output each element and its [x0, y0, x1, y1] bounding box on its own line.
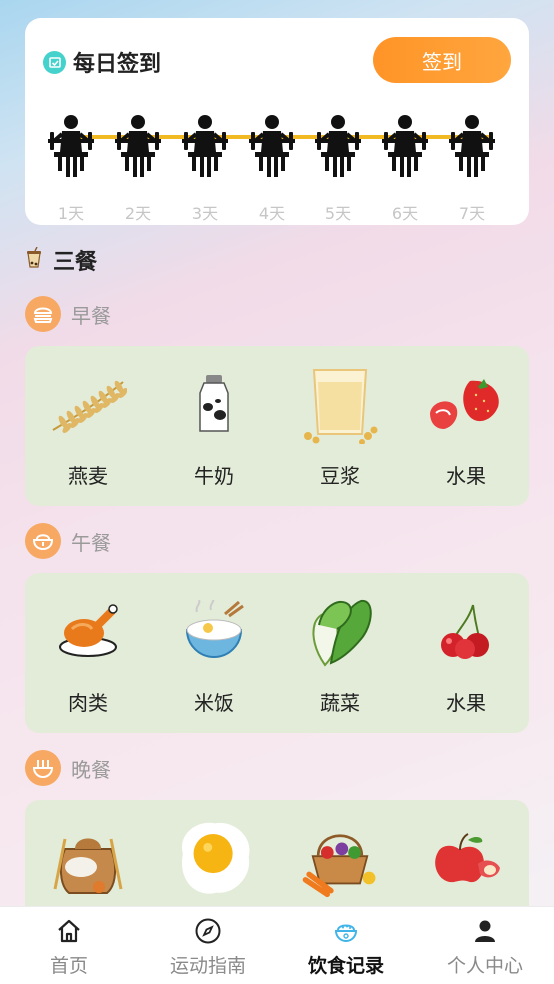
nav-profile[interactable]: 个人中心 — [416, 907, 554, 984]
grain-sack-icon — [48, 818, 128, 898]
fried-egg-icon — [174, 818, 254, 898]
nav-home[interactable]: 首页 — [0, 907, 138, 984]
meal-header: 晚餐 — [25, 750, 111, 786]
food-name: 豆浆 — [320, 464, 360, 488]
food-name: 燕麦 — [68, 464, 108, 488]
milk-icon — [174, 364, 254, 444]
food-panel: 肉类 米饭 蔬菜 水果 — [25, 573, 529, 733]
nav-sport-guide-label: 运动指南 — [169, 955, 246, 977]
day-label: 3天 — [191, 204, 219, 223]
day-label: 7天 — [458, 204, 486, 223]
noodle-bowl-icon — [25, 750, 61, 786]
signin-title: 每日签到 — [73, 52, 162, 77]
meal-header: 早餐 — [25, 296, 111, 332]
food-item[interactable]: 豆浆 — [277, 346, 403, 506]
meal-header: 午餐 — [25, 523, 111, 559]
food-name: 水果 — [446, 464, 486, 488]
soymilk-icon — [300, 364, 380, 444]
day-label: 6天 — [391, 204, 419, 223]
food-panel: 燕麦 牛奶 豆浆 水果 — [25, 346, 529, 506]
food-name: 牛奶 — [194, 464, 234, 488]
food-name: 米饭 — [194, 691, 234, 715]
day-label: 1天 — [57, 204, 85, 223]
rice-bowl-icon — [334, 924, 358, 942]
day-label: 2天 — [124, 204, 152, 223]
calendar-check-icon — [43, 50, 66, 74]
nav-profile-label: 个人中心 — [446, 955, 523, 977]
bubble-tea-icon — [25, 246, 43, 273]
food-item[interactable]: 牛奶 — [151, 346, 277, 506]
nav-diet-record[interactable]: 饮食记录 — [277, 907, 415, 984]
compass-icon — [195, 918, 221, 944]
weightlifter-icon — [447, 112, 497, 182]
cherry-icon — [426, 591, 506, 671]
food-item[interactable]: 水果 — [403, 346, 529, 506]
weightlifter-icon — [46, 112, 96, 182]
burger-icon — [25, 296, 61, 332]
food-item[interactable]: 燕麦 — [25, 346, 151, 506]
weightlifter-icon — [313, 112, 363, 182]
signin-button[interactable]: 签到 — [373, 37, 511, 83]
vegetable-basket-icon — [300, 818, 380, 898]
home-icon — [58, 919, 80, 943]
signin-card: 每日签到 签到 1天 2天 3天 4天 5天 6天 7天 — [25, 18, 529, 225]
person-icon — [475, 920, 495, 942]
meal-name: 晚餐 — [71, 757, 111, 782]
cabbage-icon — [300, 591, 380, 671]
nav-home-label: 首页 — [49, 955, 88, 977]
meal-name: 早餐 — [71, 303, 111, 328]
rice-bowl-icon — [25, 523, 61, 559]
food-name: 水果 — [446, 691, 486, 715]
food-item[interactable]: 水果 — [403, 573, 529, 733]
oat-icon — [48, 364, 128, 444]
food-item[interactable]: 蔬菜 — [277, 573, 403, 733]
rice-icon — [174, 591, 254, 671]
food-name: 蔬菜 — [320, 691, 360, 715]
apple-icon — [426, 818, 506, 898]
weightlifter-icon — [247, 112, 297, 182]
nav-sport-guide[interactable]: 运动指南 — [139, 907, 277, 984]
day-label: 4天 — [258, 204, 286, 223]
food-name: 肉类 — [68, 691, 108, 715]
day-label: 5天 — [324, 204, 352, 223]
meals-section-header: 三餐 — [25, 244, 97, 276]
weightlifter-icon — [380, 112, 430, 182]
meals-section-title: 三餐 — [53, 250, 98, 275]
signin-header: 每日签到 — [43, 46, 161, 78]
nav-diet-record-label: 饮食记录 — [307, 955, 384, 977]
bottom-nav: 首页 运动指南 饮食记录 个人中心 — [0, 906, 554, 984]
food-item[interactable]: 米饭 — [151, 573, 277, 733]
weightlifter-icon — [113, 112, 163, 182]
strawberry-icon — [426, 364, 506, 444]
weightlifter-icon — [180, 112, 230, 182]
roast-chicken-icon — [48, 591, 128, 671]
meal-name: 午餐 — [71, 530, 111, 555]
food-item[interactable]: 肉类 — [25, 573, 151, 733]
